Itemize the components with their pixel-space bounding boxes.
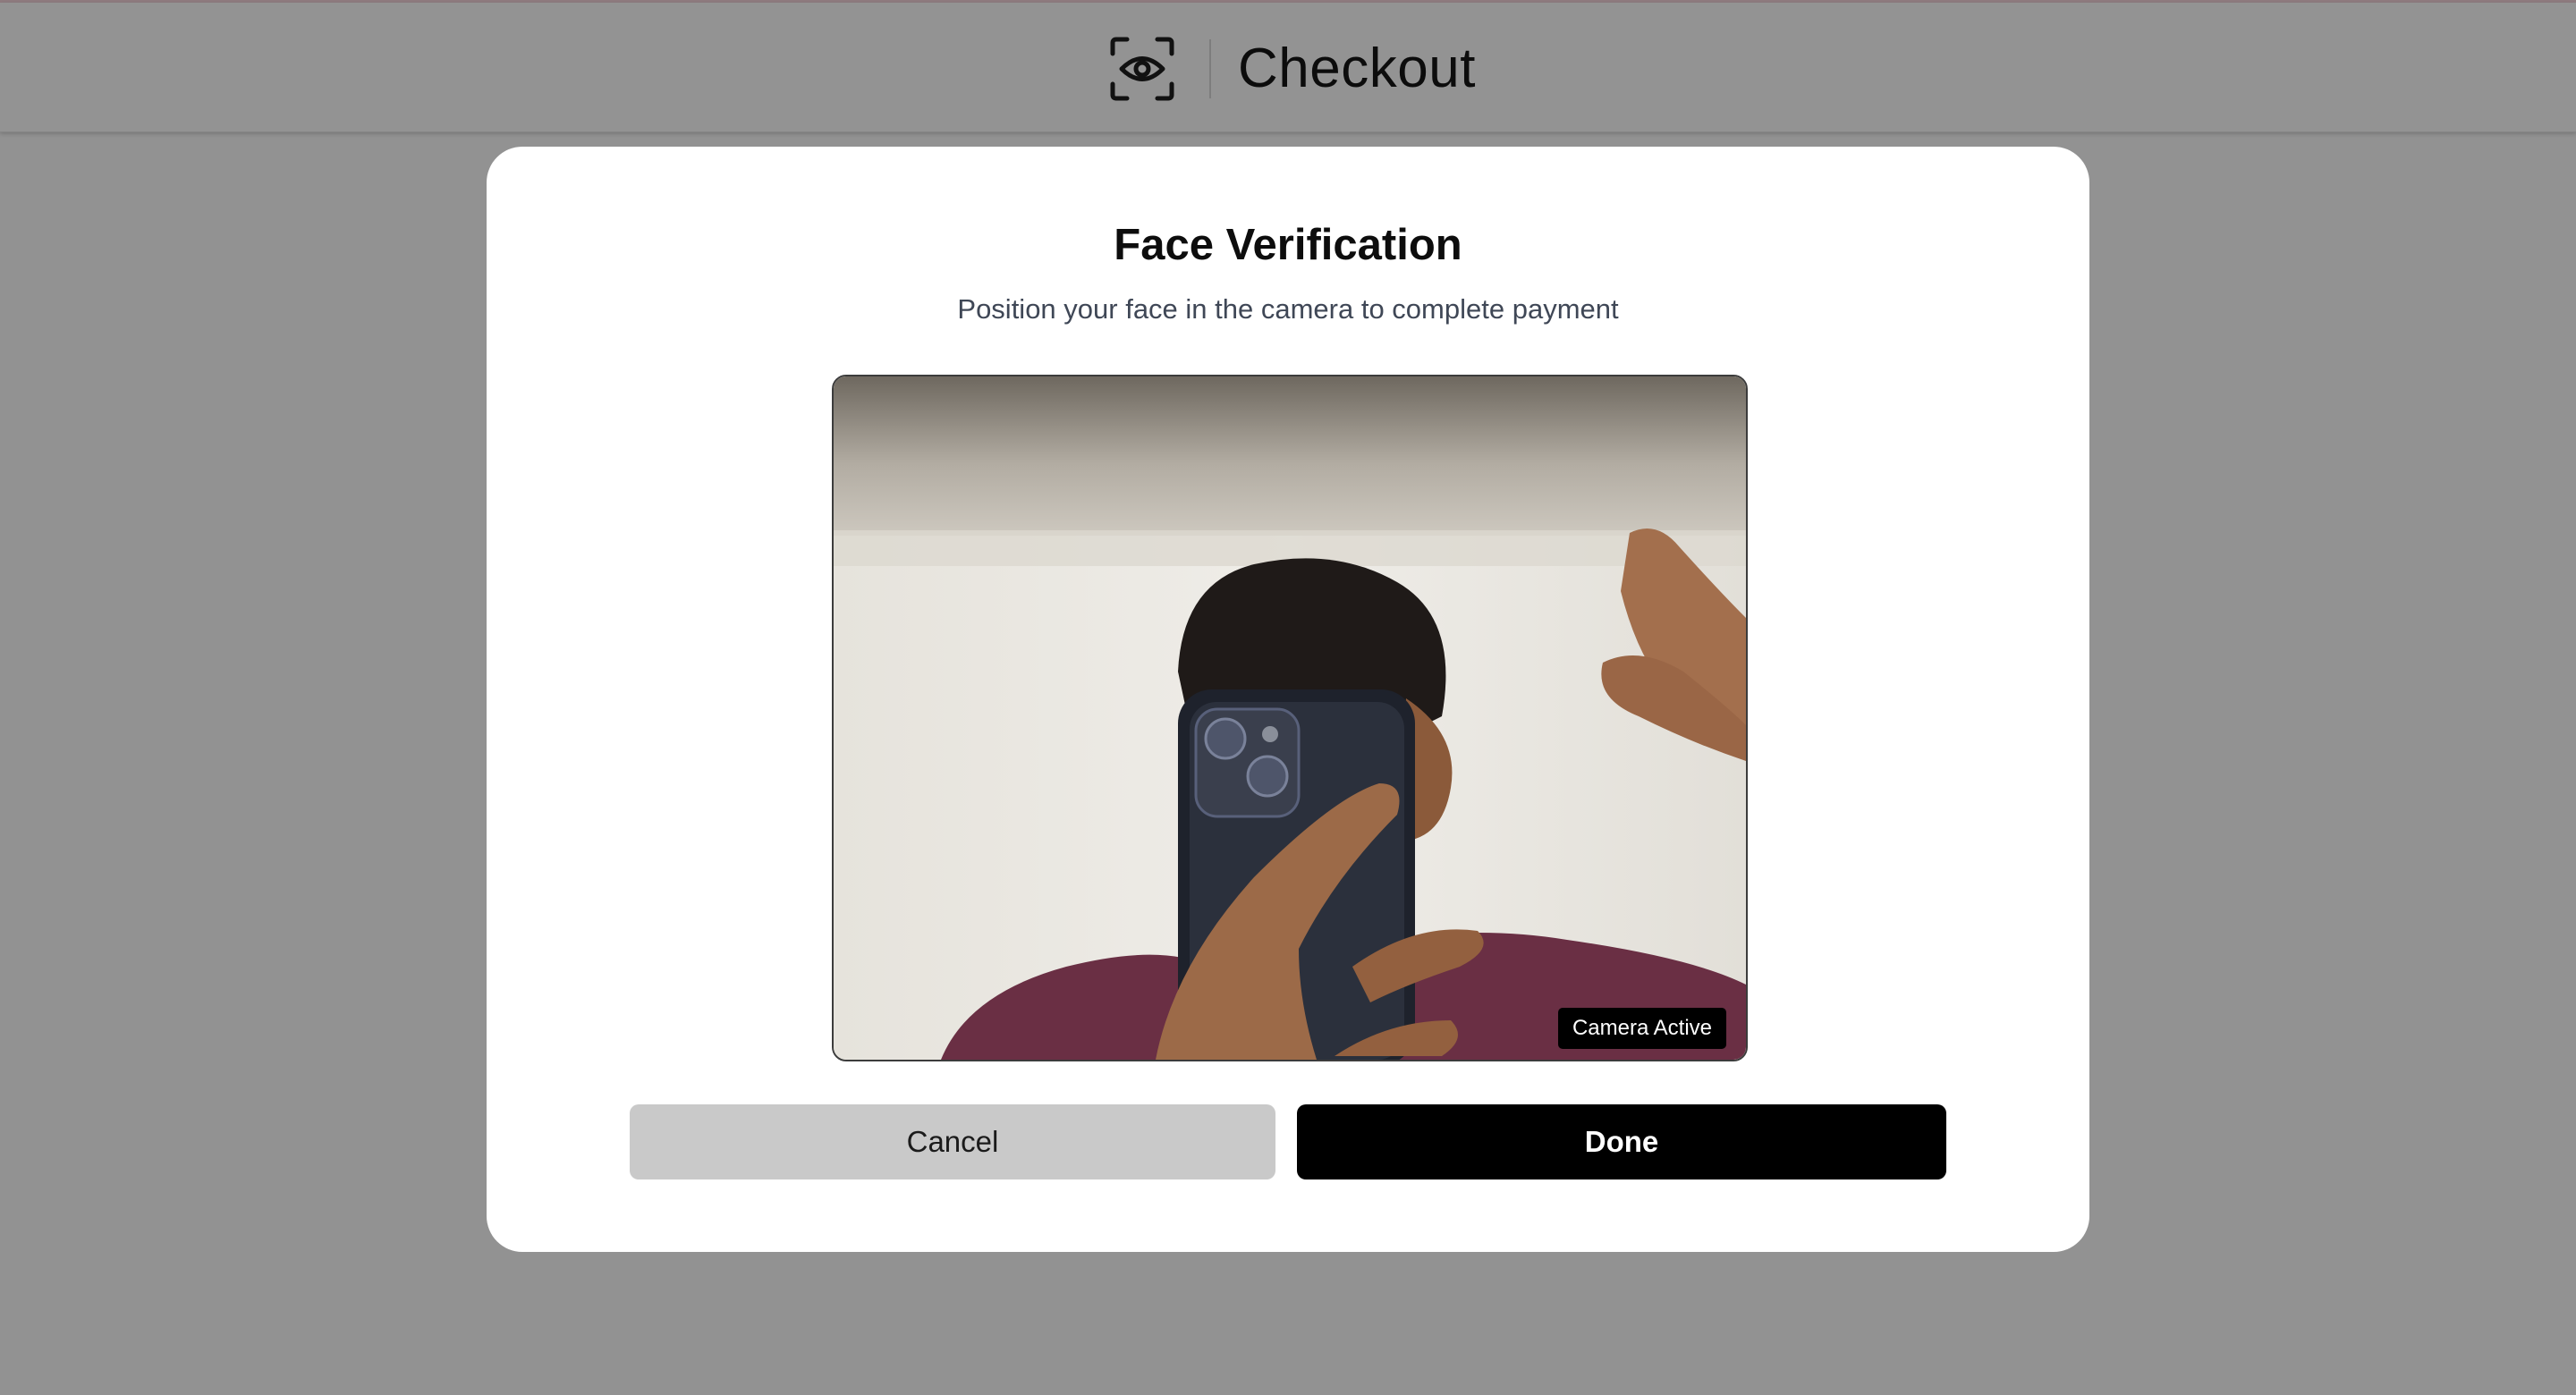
camera-status-badge: Camera Active [1557,1008,1726,1049]
done-button[interactable]: Done [1297,1104,1946,1179]
face-verification-modal: Face Verification Position your face in … [487,147,2089,1252]
camera-preview: Camera Active [832,375,1748,1061]
brand: Checkout [1109,35,1476,103]
eye-scan-icon [1110,37,1174,101]
camera-feed-image [834,376,1746,1060]
modal-title: Face Verification [1114,221,1462,269]
app-header: Checkout [0,3,2576,132]
modal-subtitle: Position your face in the camera to comp… [957,293,1619,325]
page-title: Checkout [1238,38,1476,99]
cancel-button[interactable]: Cancel [630,1104,1275,1179]
header-divider [1209,39,1211,98]
